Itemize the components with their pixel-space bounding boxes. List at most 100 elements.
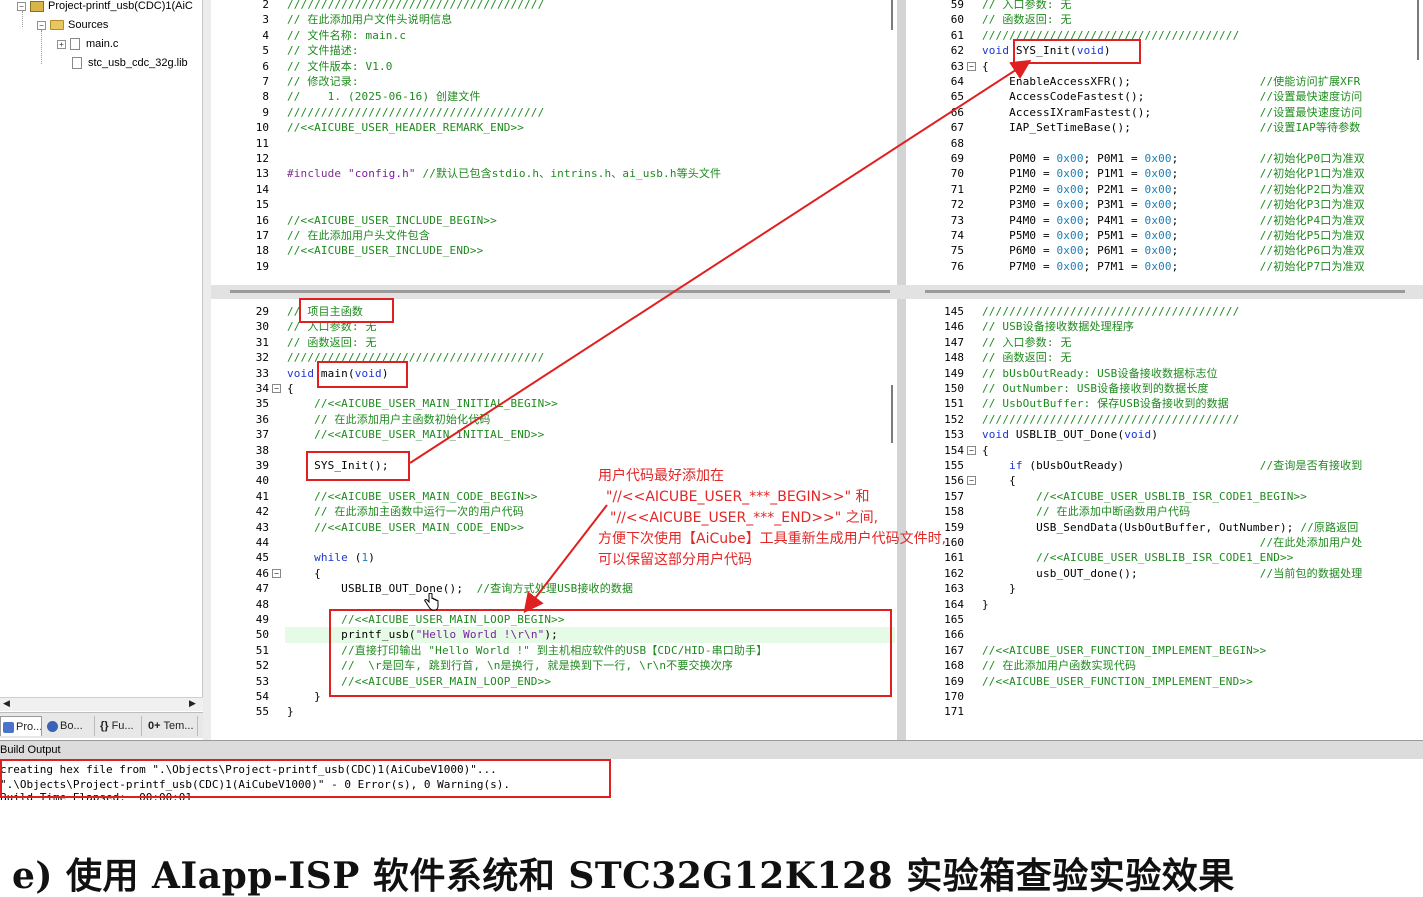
vertical-scrollbar-thumb[interactable] <box>891 0 893 30</box>
code-line[interactable]: 47 USBLIB_OUT_Done(); //查询方式处理USB接收的数据 <box>211 581 897 596</box>
tab-project[interactable]: Pro... <box>0 716 42 736</box>
tab-functions[interactable]: {} Fu... <box>98 716 142 736</box>
editor-pane-bottom-right[interactable]: 145 /////////////////////////////////////… <box>906 299 1423 740</box>
code-line[interactable]: 17 // 在此添加用户头文件包含 <box>211 228 897 243</box>
code-line[interactable]: 54 } <box>211 689 897 704</box>
code-line[interactable]: 11 <box>211 136 897 151</box>
code-line[interactable]: 19 <box>211 259 897 274</box>
fold-toggle-icon[interactable]: − <box>272 568 281 578</box>
code-line[interactable]: 34−{ <box>211 381 897 396</box>
code-line[interactable]: 168 // 在此添加用户函数实现代码 <box>906 658 1423 673</box>
code-line[interactable]: 48 <box>211 597 897 612</box>
code-line[interactable]: 76 P7M0 = 0x00; P7M1 = 0x00; //初始化P7口为准双 <box>906 259 1423 274</box>
code-line[interactable]: 75 P6M0 = 0x00; P6M1 = 0x00; //初始化P6口为准双 <box>906 243 1423 258</box>
code-line[interactable]: 6 // 文件版本: V1.0 <box>211 59 897 74</box>
code-line[interactable]: 70 P1M0 = 0x00; P1M1 = 0x00; //初始化P1口为准双 <box>906 166 1423 181</box>
code-line[interactable]: 14 <box>211 182 897 197</box>
tab-templates[interactable]: 0+ Tem... <box>146 716 198 736</box>
code-line[interactable]: 167 //<<AICUBE_USER_FUNCTION_IMPLEMENT_BE… <box>906 643 1423 658</box>
code-line[interactable]: 69 P0M0 = 0x00; P0M1 = 0x00; //初始化P0口为准双 <box>906 151 1423 166</box>
editor-pane-top-left[interactable]: 2//////////////////////////////////////3… <box>211 0 897 285</box>
horizontal-scrollbar-thumb[interactable] <box>925 290 1405 293</box>
code-line[interactable]: 30 // 入口参数: 无 <box>211 319 897 334</box>
code-line[interactable]: 171 <box>906 704 1423 719</box>
code-line[interactable]: 10 //<<AICUBE_USER_HEADER_REMARK_END>> <box>211 120 897 135</box>
code-line[interactable]: 7 // 修改记录: <box>211 74 897 89</box>
code-line[interactable]: 18 //<<AICUBE_USER_INCLUDE_END>> <box>211 243 897 258</box>
code-line[interactable]: 166 <box>906 627 1423 642</box>
code-line[interactable]: 36 // 在此添加用户主函数初始化代码 <box>211 412 897 427</box>
fold-toggle-icon[interactable]: − <box>272 384 281 393</box>
code-line[interactable]: 37 //<<AICUBE_USER_MAIN_INITIAL_END>> <box>211 427 897 442</box>
code-line[interactable]: 72 P3M0 = 0x00; P3M1 = 0x00; //初始化P3口为准双 <box>906 197 1423 212</box>
tree-item-lib[interactable]: stc_usb_cdc_32g.lib <box>72 55 188 71</box>
scroll-left-icon[interactable]: ◀ <box>3 699 10 709</box>
code-line[interactable]: 13 #include "config.h" //默认已包含stdio.h、int… <box>211 166 897 181</box>
code-line[interactable]: 12 <box>211 151 897 166</box>
code-line[interactable]: 59 // 入口参数: 无 <box>906 0 1423 12</box>
code-line[interactable]: 60 // 函数返回: 无 <box>906 12 1423 27</box>
code-line[interactable]: 66 AccessIXramFastest(); //设置最快速度访问 <box>906 105 1423 120</box>
code-line[interactable]: 147 // 入口参数: 无 <box>906 335 1423 350</box>
code-line[interactable]: 8 // 1. (2025-06-16) 创建文件 <box>211 89 897 104</box>
expand-toggle-icon[interactable]: + <box>57 39 66 49</box>
code-line[interactable]: 29 // 项目主函数 <box>211 304 897 319</box>
code-line[interactable]: 152 /////////////////////////////////////… <box>906 412 1423 427</box>
code-line[interactable]: 165 <box>906 612 1423 627</box>
horizontal-scrollbar-thumb[interactable] <box>230 290 890 293</box>
code-line[interactable]: 51 //直接打印输出 "Hello World !" 到主机相应软件的USB【… <box>211 643 897 658</box>
code-line[interactable]: 64 EnableAccessXFR(); //使能访问扩展XFR <box>906 74 1423 89</box>
tab-books[interactable]: Bo... <box>45 716 95 736</box>
code-line[interactable]: 52 // \r是回车, 跳到行首, \n是换行, 就是换到下一行, \r\n不… <box>211 658 897 673</box>
tree-horizontal-scrollbar[interactable]: ◀ ▶ <box>0 697 203 711</box>
code-line[interactable]: 154−{ <box>906 443 1423 458</box>
vertical-scrollbar-thumb[interactable] <box>1417 0 1419 60</box>
code-line[interactable]: 164} <box>906 597 1423 612</box>
code-line[interactable]: 4 // 文件名称: main.c <box>211 28 897 43</box>
code-line[interactable]: 62 void SYS_Init(void) <box>906 43 1423 58</box>
vertical-splitter[interactable] <box>897 0 906 740</box>
code-line[interactable]: 32 ////////////////////////////////////// <box>211 350 897 365</box>
code-line[interactable]: 68 <box>906 136 1423 151</box>
code-line[interactable]: 145 /////////////////////////////////////… <box>906 304 1423 319</box>
tree-item-project[interactable]: − Project-printf_usb(CDC)1(AiC <box>17 0 193 14</box>
code-line[interactable]: 3 // 在此添加用户文件头说明信息 <box>211 12 897 27</box>
code-line[interactable]: 49 //<<AICUBE_USER_MAIN_LOOP_BEGIN>> <box>211 612 897 627</box>
code-line[interactable]: 33 void main(void) <box>211 366 897 381</box>
code-line[interactable]: 158 // 在此添加中断函数用户代码 <box>906 504 1423 519</box>
code-line[interactable]: 153 void USBLIB_OUT_Done(void) <box>906 427 1423 442</box>
code-line[interactable]: 5 // 文件描述: <box>211 43 897 58</box>
code-line[interactable]: 53 //<<AICUBE_USER_MAIN_LOOP_END>> <box>211 674 897 689</box>
code-line[interactable]: 71 P2M0 = 0x00; P2M1 = 0x00; //初始化P2口为准双 <box>906 182 1423 197</box>
vertical-scrollbar-thumb[interactable] <box>891 385 893 443</box>
code-line[interactable]: 38 <box>211 443 897 458</box>
code-line[interactable]: 156− { <box>906 473 1423 488</box>
code-line[interactable]: 160 //在此处添加用户处 <box>906 535 1423 550</box>
code-line[interactable]: 146 // USB设备接收数据处理程序 <box>906 319 1423 334</box>
code-line[interactable]: 151 // UsbOutBuffer: 保存USB设备接收到的数据 <box>906 396 1423 411</box>
code-line[interactable]: 161 //<<AICUBE_USER_USBLIB_ISR_CODE1_END… <box>906 550 1423 565</box>
code-line[interactable]: 157 //<<AICUBE_USER_USBLIB_ISR_CODE1_BEG… <box>906 489 1423 504</box>
code-line[interactable]: 148 // 函数返回: 无 <box>906 350 1423 365</box>
code-line[interactable]: 67 IAP_SetTimeBase(); //设置IAP等待参数 <box>906 120 1423 135</box>
fold-toggle-icon[interactable]: − <box>967 61 976 71</box>
code-line[interactable]: 63−{ <box>906 59 1423 74</box>
code-line[interactable]: 162 usb_OUT_done(); //当前包的数据处理 <box>906 566 1423 581</box>
code-line[interactable]: 155 if (bUsbOutReady) //查询是否有接收到 <box>906 458 1423 473</box>
tree-item-main-c[interactable]: + main.c <box>57 36 118 52</box>
code-line[interactable]: 50 printf_usb("Hello World !\r\n"); <box>211 627 897 642</box>
code-line[interactable]: 65 AccessCodeFastest(); //设置最快速度访问 <box>906 89 1423 104</box>
code-line[interactable]: 31 // 函数返回: 无 <box>211 335 897 350</box>
collapse-toggle-icon[interactable]: − <box>17 1 26 11</box>
code-line[interactable]: 150 // OutNumber: USB设备接收到的数据长度 <box>906 381 1423 396</box>
code-line[interactable]: 61 ////////////////////////////////////// <box>906 28 1423 43</box>
code-line[interactable]: 16 //<<AICUBE_USER_INCLUDE_BEGIN>> <box>211 213 897 228</box>
code-line[interactable]: 35 //<<AICUBE_USER_MAIN_INITIAL_BEGIN>> <box>211 396 897 411</box>
code-line[interactable]: 159 USB_SendData(UsbOutBuffer, OutNumber… <box>906 520 1423 535</box>
code-line[interactable]: 149 // bUsbOutReady: USB设备接收数据标志位 <box>906 366 1423 381</box>
collapse-toggle-icon[interactable]: − <box>37 20 46 30</box>
code-line[interactable]: 74 P5M0 = 0x00; P5M1 = 0x00; //初始化P5口为准双 <box>906 228 1423 243</box>
tree-item-sources[interactable]: − Sources <box>37 17 108 33</box>
code-line[interactable]: 163 } <box>906 581 1423 596</box>
fold-toggle-icon[interactable]: − <box>967 445 976 455</box>
